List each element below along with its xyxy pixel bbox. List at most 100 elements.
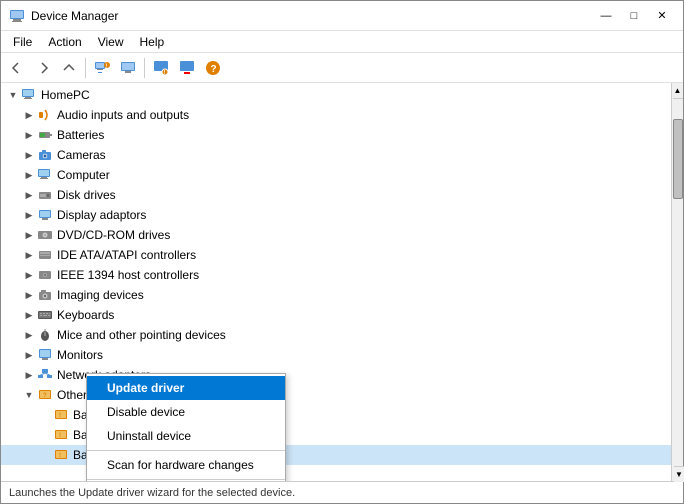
status-bar: Launches the Update driver wizard for th… [1, 481, 683, 503]
icon-batteries [37, 127, 53, 143]
help-button[interactable]: ? [201, 56, 225, 80]
label-ieee: IEEE 1394 host controllers [57, 268, 199, 282]
expand-disk[interactable]: ▶ [21, 187, 37, 203]
expand-other[interactable]: ▼ [21, 387, 37, 403]
ctx-sep2 [87, 479, 285, 480]
svg-text:!: ! [59, 433, 61, 439]
tree-panel[interactable]: ▼ HomePC ▶ [1, 83, 671, 481]
back-button[interactable] [5, 56, 29, 80]
title-controls: — □ ✕ [593, 6, 675, 26]
scrollbar-thumb[interactable] [673, 119, 683, 199]
expand-network[interactable]: ▶ [21, 367, 37, 383]
icon-bsd1: ! [53, 407, 69, 423]
ctx-scan[interactable]: Scan for hardware changes [87, 453, 285, 477]
up-button[interactable] [57, 56, 81, 80]
icon-cameras [37, 147, 53, 163]
expand-imaging[interactable]: ▶ [21, 287, 37, 303]
expand-keyboards[interactable]: ▶ [21, 307, 37, 323]
label-monitors: Monitors [57, 348, 103, 362]
toolbar-separator-2 [144, 58, 145, 78]
window-title: Device Manager [31, 9, 118, 23]
menu-bar: File Action View Help [1, 31, 683, 53]
device-manager-icon-btn[interactable]: ! [90, 56, 114, 80]
label-computer: Computer [57, 168, 110, 182]
label-batteries: Batteries [57, 128, 104, 142]
forward-button[interactable] [31, 56, 55, 80]
ctx-update-driver[interactable]: Update driver [87, 376, 285, 400]
label-dvd: DVD/CD-ROM drives [57, 228, 170, 242]
ctx-disable[interactable]: Disable device [87, 400, 285, 424]
label-display: Display adaptors [57, 208, 146, 222]
menu-help[interactable]: Help [132, 33, 173, 51]
tree-item-homepc[interactable]: ▼ HomePC [1, 85, 671, 105]
close-button[interactable]: ✕ [649, 6, 675, 26]
title-bar-left: Device Manager [9, 8, 118, 24]
scan-button[interactable]: ! [149, 56, 173, 80]
svg-text:!: ! [59, 453, 61, 459]
label-cameras: Cameras [57, 148, 106, 162]
maximize-button[interactable]: □ [621, 6, 647, 26]
menu-action[interactable]: Action [40, 33, 89, 51]
label-homepc: HomePC [41, 88, 90, 102]
tree-item-imaging[interactable]: ▶ Imaging devices [1, 285, 671, 305]
expand-mice[interactable]: ▶ [21, 327, 37, 343]
device-manager-window: Device Manager — □ ✕ File Action View He… [0, 0, 684, 504]
menu-view[interactable]: View [90, 33, 132, 51]
expand-computer[interactable]: ▶ [21, 167, 37, 183]
expand-display[interactable]: ▶ [21, 207, 37, 223]
scrollbar[interactable]: ▲ ▼ [671, 83, 683, 481]
svg-text:?: ? [43, 393, 47, 399]
ctx-uninstall[interactable]: Uninstall device [87, 424, 285, 448]
title-bar: Device Manager — □ ✕ [1, 1, 683, 31]
label-keyboards: Keyboards [57, 308, 114, 322]
label-imaging: Imaging devices [57, 288, 144, 302]
expand-ieee[interactable]: ▶ [21, 267, 37, 283]
tree-item-ieee[interactable]: ▶ IEEE 1394 host controllers [1, 265, 671, 285]
tree-item-dvd[interactable]: ▶ DVD/CD-ROM drives [1, 225, 671, 245]
icon-mice [37, 327, 53, 343]
expand-batteries[interactable]: ▶ [21, 127, 37, 143]
tree-item-display[interactable]: ▶ Display adaptors [1, 205, 671, 225]
icon-network [37, 367, 53, 383]
expand-homepc[interactable]: ▼ [5, 87, 21, 103]
content-area: ▼ HomePC ▶ [1, 83, 683, 481]
icon-audio [37, 107, 53, 123]
display-icon-btn[interactable] [116, 56, 140, 80]
label-audio: Audio inputs and outputs [57, 108, 189, 122]
icon-display [37, 207, 53, 223]
icon-monitors [37, 347, 53, 363]
remove-button[interactable] [175, 56, 199, 80]
icon-ieee [37, 267, 53, 283]
expand-audio[interactable]: ▶ [21, 107, 37, 123]
icon-ide [37, 247, 53, 263]
tree-item-audio[interactable]: ▶ Audio inputs and outputs [1, 105, 671, 125]
label-ide: IDE ATA/ATAPI controllers [57, 248, 196, 262]
label-disk: Disk drives [57, 188, 116, 202]
expand-dvd[interactable]: ▶ [21, 227, 37, 243]
tree-item-computer[interactable]: ▶ Computer [1, 165, 671, 185]
svg-text:?: ? [211, 64, 217, 75]
expand-ide[interactable]: ▶ [21, 247, 37, 263]
minimize-button[interactable]: — [593, 6, 619, 26]
svg-text:!: ! [59, 413, 61, 419]
toolbar: ! ! ? [1, 53, 683, 83]
label-mice: Mice and other pointing devices [57, 328, 226, 342]
ctx-sep1 [87, 450, 285, 451]
tree-item-batteries[interactable]: ▶ Batteries [1, 125, 671, 145]
tree-item-mice[interactable]: ▶ Mice and other pointing devices [1, 325, 671, 345]
tree-item-keyboards[interactable]: ▶ Keyboards [1, 305, 671, 325]
tree-item-monitors[interactable]: ▶ Monitors [1, 345, 671, 365]
expand-cameras[interactable]: ▶ [21, 147, 37, 163]
menu-file[interactable]: File [5, 33, 40, 51]
icon-dvd [37, 227, 53, 243]
icon-bsd2: ! [53, 427, 69, 443]
icon-other: ? [37, 387, 53, 403]
tree-item-disk[interactable]: ▶ Disk drives [1, 185, 671, 205]
expand-monitors[interactable]: ▶ [21, 347, 37, 363]
tree-item-cameras[interactable]: ▶ Cameras [1, 145, 671, 165]
icon-keyboards [37, 307, 53, 323]
tree-item-ide[interactable]: ▶ IDE ATA/ATAPI controllers [1, 245, 671, 265]
icon-computer [21, 87, 37, 103]
toolbar-separator-1 [85, 58, 86, 78]
status-text: Launches the Update driver wizard for th… [9, 487, 295, 499]
